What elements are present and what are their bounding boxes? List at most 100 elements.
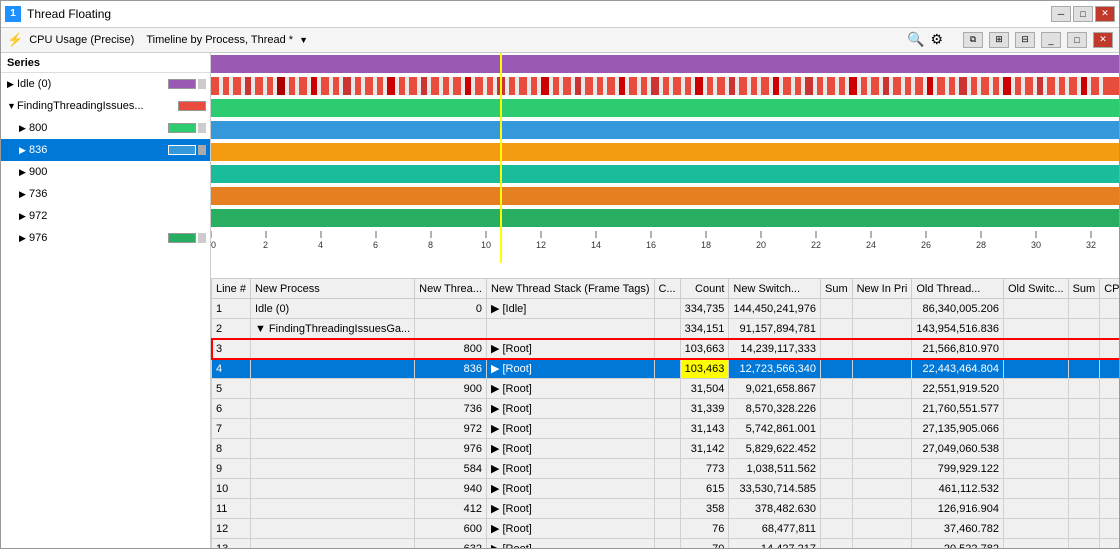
series-item-800[interactable]: ▶ 800 xyxy=(1,117,210,139)
expand-arrow-idle[interactable]: ▶ xyxy=(7,79,17,90)
cell-oldthread: 20,522.782 xyxy=(912,539,1004,549)
settings-icon[interactable]: ⚙ xyxy=(930,31,943,48)
minimize-button[interactable]: ─ xyxy=(1051,6,1071,22)
table-row[interactable]: 7972▶ [Root]31,1435,742,861.00127,135,90… xyxy=(212,419,1120,439)
svg-text:16: 16 xyxy=(646,240,656,250)
cell-stack: ▶ [Root] xyxy=(486,339,654,359)
window-maximize[interactable]: □ xyxy=(1067,32,1087,48)
expand-arrow-836[interactable]: ▶ xyxy=(19,145,29,156)
cell-newswitch: 8,570,328.226 xyxy=(729,399,821,419)
col-c[interactable]: C... xyxy=(654,279,680,299)
cell-oldswitch xyxy=(1003,439,1068,459)
tile-button[interactable]: ⊞ xyxy=(989,32,1009,48)
cell-cpu: 2 xyxy=(1100,519,1119,539)
svg-text:30: 30 xyxy=(1031,240,1041,250)
svg-text:0: 0 xyxy=(211,240,216,250)
series-label-900: 900 xyxy=(29,166,206,178)
cell-line: 11 xyxy=(212,499,251,519)
table-row[interactable]: 5900▶ [Root]31,5049,021,658.86722,551,91… xyxy=(212,379,1120,399)
col-process[interactable]: New Process xyxy=(250,279,414,299)
cell-newpri xyxy=(852,379,912,399)
expand-arrow-800[interactable]: ▶ xyxy=(19,123,29,134)
cell-newpri xyxy=(852,439,912,459)
table-row[interactable]: 2▼ FindingThreadingIssuesGa...334,15191,… xyxy=(212,319,1120,339)
search-icon[interactable]: 🔍 xyxy=(907,31,924,48)
col-sum2[interactable]: Sum xyxy=(1068,279,1100,299)
table-row[interactable]: 13632▶ [Root]7014,427,21720,522.7822 xyxy=(212,539,1120,549)
table-row[interactable]: 8976▶ [Root]31,1425,829,622.45227,049,06… xyxy=(212,439,1120,459)
cell-newswitch: 14,239,117,333 xyxy=(729,339,821,359)
series-color-836 xyxy=(168,145,196,155)
cell-newpri xyxy=(852,419,912,439)
series-item-972[interactable]: ▶ 972 xyxy=(1,205,210,227)
table-row[interactable]: 6736▶ [Root]31,3398,570,328.22621,760,55… xyxy=(212,399,1120,419)
col-count[interactable]: Count xyxy=(680,279,729,299)
cell-sum2 xyxy=(1068,379,1100,399)
expand-arrow-976[interactable]: ▶ xyxy=(19,233,29,244)
table-row[interactable]: 3800▶ [Root]103,66314,239,117,33321,566,… xyxy=(212,339,1120,359)
maximize-button[interactable]: □ xyxy=(1073,6,1093,22)
expand-arrow-finding[interactable]: ▼ xyxy=(7,101,17,111)
cell-thread: 600 xyxy=(415,519,487,539)
cell-count: 773 xyxy=(680,459,729,479)
toolbar-title: CPU Usage (Precise) xyxy=(29,34,134,46)
cell-oldthread: 27,135,905.066 xyxy=(912,419,1004,439)
svg-text:8: 8 xyxy=(428,240,433,250)
cell-sum1 xyxy=(820,379,852,399)
close-button[interactable]: ✕ xyxy=(1095,6,1115,22)
series-item-976[interactable]: ▶ 976 xyxy=(1,227,210,249)
window-close[interactable]: ✕ xyxy=(1093,32,1113,48)
series-label-736: 736 xyxy=(29,188,206,200)
cell-newpri xyxy=(852,519,912,539)
cell-thread: 584 xyxy=(415,459,487,479)
series-label-idle: Idle (0) xyxy=(17,78,164,90)
col-stack[interactable]: New Thread Stack (Frame Tags) xyxy=(486,279,654,299)
series-item-finding[interactable]: ▼ FindingThreadingIssues... xyxy=(1,95,210,117)
cell-count: 334,735 xyxy=(680,299,729,319)
table-row[interactable]: 11412▶ [Root]358378,482.630126,916.9042 xyxy=(212,499,1120,519)
cell-sum1 xyxy=(820,419,852,439)
expand-arrow-972[interactable]: ▶ xyxy=(19,211,29,222)
series-item-idle[interactable]: ▶ Idle (0) xyxy=(1,73,210,95)
table-row[interactable]: 10940▶ [Root]61533,530,714.585461,112.53… xyxy=(212,479,1120,499)
restore-button[interactable]: ⧉ xyxy=(963,32,983,48)
table-row[interactable]: 4836▶ [Root]103,46312,723,566,34022,443,… xyxy=(212,359,1120,379)
cell-cpu: 1 xyxy=(1100,399,1119,419)
cell-oldthread: 86,340,005.206 xyxy=(912,299,1004,319)
series-item-736[interactable]: ▶ 736 xyxy=(1,183,210,205)
expand-arrow-736[interactable]: ▶ xyxy=(19,189,29,200)
cell-sum2 xyxy=(1068,459,1100,479)
panel-button[interactable]: ⊟ xyxy=(1015,32,1035,48)
series-item-900[interactable]: ▶ 900 xyxy=(1,161,210,183)
cell-newswitch: 144,450,241,976 xyxy=(729,299,821,319)
cell-line: 6 xyxy=(212,399,251,419)
col-cpu[interactable]: CPU xyxy=(1100,279,1119,299)
cell-sum1 xyxy=(820,339,852,359)
col-newswitch[interactable]: New Switch... xyxy=(729,279,821,299)
col-thread[interactable]: New Threa... xyxy=(415,279,487,299)
table-row[interactable]: 12600▶ [Root]7668,477,81137,460.7822 xyxy=(212,519,1120,539)
col-line[interactable]: Line # xyxy=(212,279,251,299)
cell-cpu: 2 xyxy=(1100,459,1119,479)
table-row[interactable]: 1Idle (0)0▶ [Idle]334,735144,450,241,976… xyxy=(212,299,1120,319)
col-oldthread[interactable]: Old Thread... xyxy=(912,279,1004,299)
col-oldswitch[interactable]: Old Switc... xyxy=(1003,279,1068,299)
timeline-area[interactable]: 0 2 4 6 8 10 12 14 xyxy=(211,53,1119,278)
cell-thread xyxy=(415,319,487,339)
window-minimize[interactable]: _ xyxy=(1041,32,1061,48)
cell-oldthread: 799,929.122 xyxy=(912,459,1004,479)
cell-oldthread: 126,916.904 xyxy=(912,499,1004,519)
cell-oldthread: 22,443,464.804 xyxy=(912,359,1004,379)
table-row[interactable]: 9584▶ [Root]7731,038,511.562799,929.1222 xyxy=(212,459,1120,479)
cell-oldswitch xyxy=(1003,539,1068,549)
series-scroll-idle xyxy=(198,79,206,89)
col-sum1[interactable]: Sum xyxy=(820,279,852,299)
cell-oldswitch xyxy=(1003,479,1068,499)
col-newpri[interactable]: New In Pri xyxy=(852,279,912,299)
cell-stack: ▶ [Root] xyxy=(486,399,654,419)
series-item-836[interactable]: ▶ 836 xyxy=(1,139,210,161)
expand-arrow-900[interactable]: ▶ xyxy=(19,167,29,178)
cell-cpu: 6 xyxy=(1100,359,1119,379)
data-table-container[interactable]: Line # New Process New Threa... New Thre… xyxy=(211,278,1119,548)
dropdown-arrow[interactable]: ▼ xyxy=(299,35,308,45)
